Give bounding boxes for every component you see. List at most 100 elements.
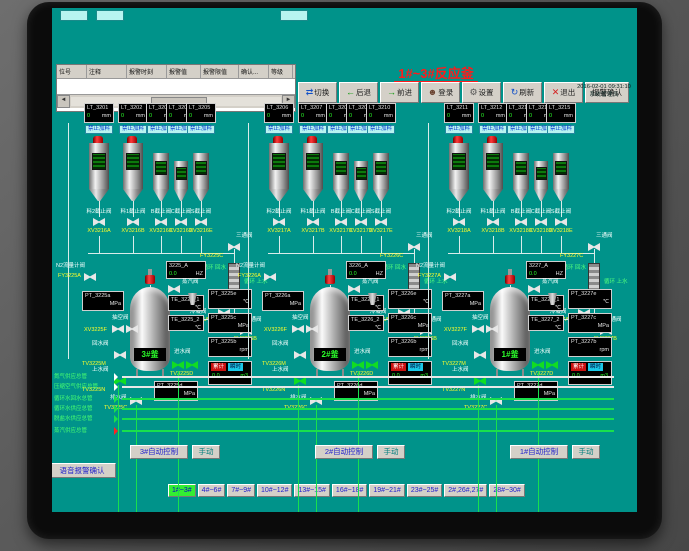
page-tab[interactable]: 10#~12# [257,484,292,497]
toolbar-button-label: 登录 [438,87,453,98]
valve-vacuum[interactable] [292,325,304,333]
manual-button[interactable]: 手动 [572,445,600,459]
datetime: 2016-02-01 09:31:10 [572,83,636,91]
shutoff-valve[interactable] [555,218,567,226]
totalizer-total-label[interactable]: 累计 [391,363,406,371]
instrument-tag: PT_3227c [569,314,611,322]
toolbar-refresh-button[interactable]: ↻刷新 [503,82,542,103]
shutoff-valve[interactable] [127,218,139,226]
n2-flow-valve[interactable] [264,273,276,281]
water-pipe [538,371,539,512]
toolbar-button-label: 切换 [314,87,329,98]
instrument-row: ℃ [529,324,563,331]
shutoff-valve[interactable] [195,218,207,226]
page-tab[interactable]: 28#~30# [489,484,524,497]
feed-inhibit-button[interactable]: 禁止加料 [187,125,215,134]
page-tab[interactable]: 23#~25# [407,484,442,497]
totalizer-total-label[interactable]: 累计 [211,363,226,371]
totalizer-instant-label[interactable]: 瞬时 [408,363,423,371]
auto-control-button[interactable]: 2#自动控制 [315,445,373,459]
valve-inlet[interactable] [352,361,364,369]
valve-label-supply: 上水阀 [272,367,289,374]
instrument-tag: PT_3226b [389,338,431,346]
shutoff-valve[interactable] [487,218,499,226]
feed-inhibit-button[interactable]: 禁止加料 [547,125,575,134]
tank-level-tag: LT_3211 [445,104,473,112]
valve-return[interactable] [474,351,486,359]
feed-inhibit-button[interactable]: 禁止加料 [119,125,147,134]
scroll-left-icon[interactable]: ◄ [57,95,70,108]
pipe-header-line [122,430,614,432]
n2-flow-valve[interactable] [444,273,456,281]
shutoff-valve[interactable] [307,218,319,226]
n2-flow-valve[interactable] [84,273,96,281]
auto-control-button[interactable]: 1#自动控制 [510,445,568,459]
tank-cone [89,189,109,201]
feed-inhibit-button[interactable]: 禁止加料 [445,125,473,134]
feed-inhibit-button[interactable]: 禁止加料 [265,125,293,134]
page-tab[interactable]: 4#~6# [198,484,226,497]
valve-supply[interactable] [474,377,486,385]
valve-inlet[interactable] [546,361,558,369]
page-tab[interactable]: 1#~3# [168,484,196,497]
tank-level-box: LT_32070mm [298,103,328,123]
valve-supply[interactable] [294,377,306,385]
tank-level-tag: LT_3210 [367,104,395,112]
totalizer-instant-label[interactable]: 瞬时 [588,363,603,371]
voice-alarm-ack-button[interactable]: 语音报警确认 [52,463,116,478]
valve-return[interactable] [114,351,126,359]
pipe-header-label: 循环水供应总管 [54,404,118,412]
refresh-icon: ↻ [511,88,519,97]
page-tab[interactable]: 2#,26#,27# [444,484,487,497]
shutoff-valve[interactable] [375,218,387,226]
toolbar-forward-button[interactable]: →前进 [380,82,419,103]
page-tab[interactable]: 7#~9# [227,484,255,497]
toolbar-switch-button[interactable]: ⇄切换 [298,82,337,103]
instrument-box: 3227_A0.0HZ [526,261,566,279]
valve-inlet[interactable] [172,361,184,369]
valve-label-return: 回水阀 [452,341,469,348]
tank-outlet-pipe [381,236,382,253]
shutoff-valve[interactable] [453,218,465,226]
feed-tank [89,143,109,189]
feed-tank-unit: LT_32010mm禁止加料料2截止阀XV3216A [84,103,114,253]
valve-inlet[interactable] [532,361,544,369]
manual-button[interactable]: 手动 [377,445,405,459]
valve-inlet[interactable] [366,361,378,369]
shutoff-valve[interactable] [273,218,285,226]
totalizer-total-label[interactable]: 累计 [571,363,586,371]
shutoff-valve-label: S截止阀 [544,209,578,216]
valve-vacuum[interactable] [112,325,124,333]
instrument-row: ℃ [169,304,203,311]
feed-inhibit-button[interactable]: 禁止加料 [367,125,395,134]
valve-steam[interactable] [348,285,360,293]
shutoff-valve[interactable] [93,218,105,226]
auto-control-button[interactable]: 3#自动控制 [130,445,188,459]
toolbar-settings-button[interactable]: ⚙设置 [462,82,501,103]
feed-inhibit-button[interactable]: 禁止加料 [299,125,327,134]
valve-return[interactable] [294,351,306,359]
page-tab[interactable]: 19#~21# [369,484,404,497]
page-tab[interactable]: 16#~18# [332,484,367,497]
valve-steam[interactable] [528,285,540,293]
totalizer-instant-label[interactable]: 瞬时 [228,363,243,371]
feed-inhibit-button[interactable]: 禁止加料 [85,125,113,134]
tank-level-value: 0 [121,112,124,120]
page-tab[interactable]: 13#~15# [294,484,329,497]
valve-vacuum[interactable] [472,325,484,333]
login-icon: ☻ [428,88,437,97]
tank-cap [273,136,283,143]
toolbar-login-button[interactable]: ☻登录 [421,82,460,103]
toolbar-back-button[interactable]: ←后退 [339,82,378,103]
totalizer-box: 累计瞬时0.0m3 [208,361,252,385]
instrument-unit: MPa [364,390,375,398]
manual-button[interactable]: 手动 [192,445,220,459]
water-pipe [358,371,359,512]
instrument-tag: TE_3227_1 [529,296,563,304]
page-tab-bar: 1#~3#4#~6#7#~9#10#~12#13#~15#16#~18#19#~… [168,484,525,497]
valve-inlet[interactable] [186,361,198,369]
valve-steam[interactable] [168,285,180,293]
feed-inhibit-button[interactable]: 禁止加料 [479,125,507,134]
pipe-header-label: 脱盐水供应总管 [54,414,118,422]
pipe-header-label: 氮气供应总管 [54,372,118,380]
